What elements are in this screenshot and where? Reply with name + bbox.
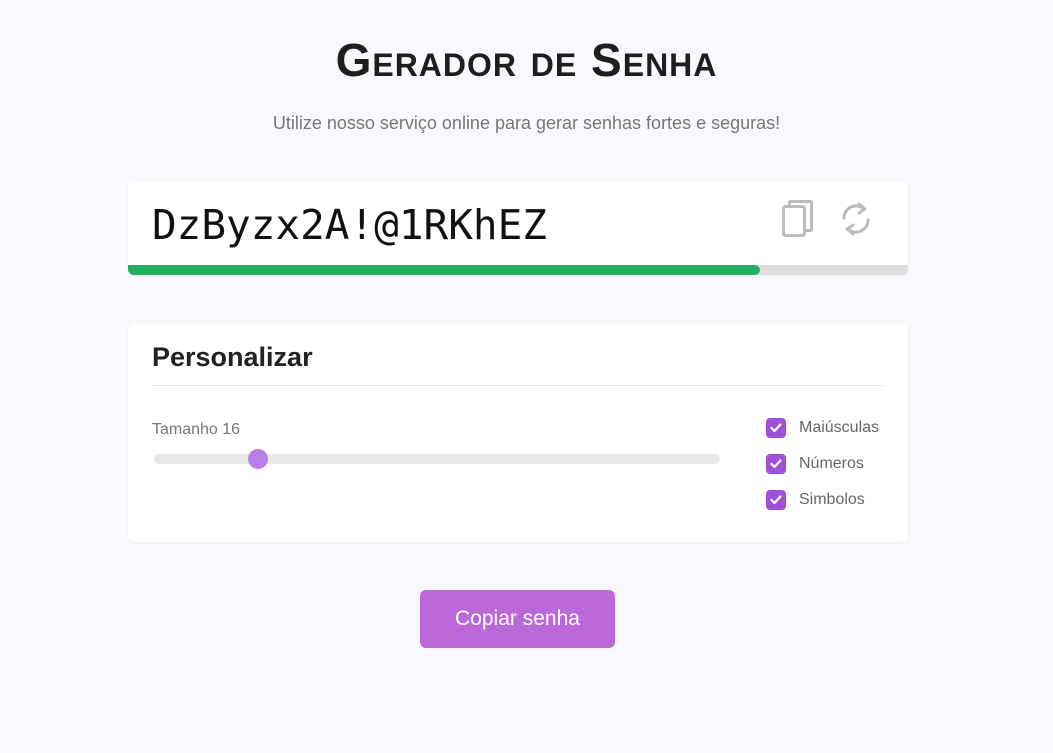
checkbox-uppercase[interactable] <box>766 418 786 438</box>
option-numbers-label: Números <box>799 455 864 472</box>
checkbox-numbers[interactable] <box>766 454 786 474</box>
copy-password-button[interactable]: Copiar senha <box>420 590 615 648</box>
option-symbols-label: Simbolos <box>799 491 865 508</box>
password-strength-bar <box>128 265 908 275</box>
check-icon <box>770 459 782 469</box>
customize-title: Personalizar <box>152 342 313 372</box>
option-symbols[interactable]: Simbolos <box>766 490 865 510</box>
page-title: Gerador de Senha <box>335 34 718 86</box>
password-display-card: DzByzx2A!@1RKhEZ <box>128 181 908 275</box>
customize-card: Personalizar Tamanho 16 Maiúsculas Númer… <box>128 323 908 542</box>
option-numbers[interactable]: Números <box>766 454 864 474</box>
check-icon <box>770 495 782 505</box>
size-label: Tamanho 16 <box>152 421 241 438</box>
check-icon <box>770 423 782 433</box>
option-uppercase[interactable]: Maiúsculas <box>766 418 879 438</box>
option-uppercase-label: Maiúsculas <box>799 419 880 436</box>
size-slider-thumb[interactable] <box>248 449 269 469</box>
size-slider[interactable] <box>154 449 720 469</box>
checkbox-symbols[interactable] <box>766 490 786 510</box>
customize-divider <box>152 385 884 386</box>
copy-icon[interactable] <box>778 199 818 239</box>
password-strength-fill <box>128 265 760 275</box>
refresh-icon[interactable] <box>836 199 876 239</box>
generated-password[interactable]: DzByzx2A!@1RKhEZ <box>152 201 547 249</box>
page-subtitle: Utilize nosso serviço online para gerar … <box>272 113 781 133</box>
